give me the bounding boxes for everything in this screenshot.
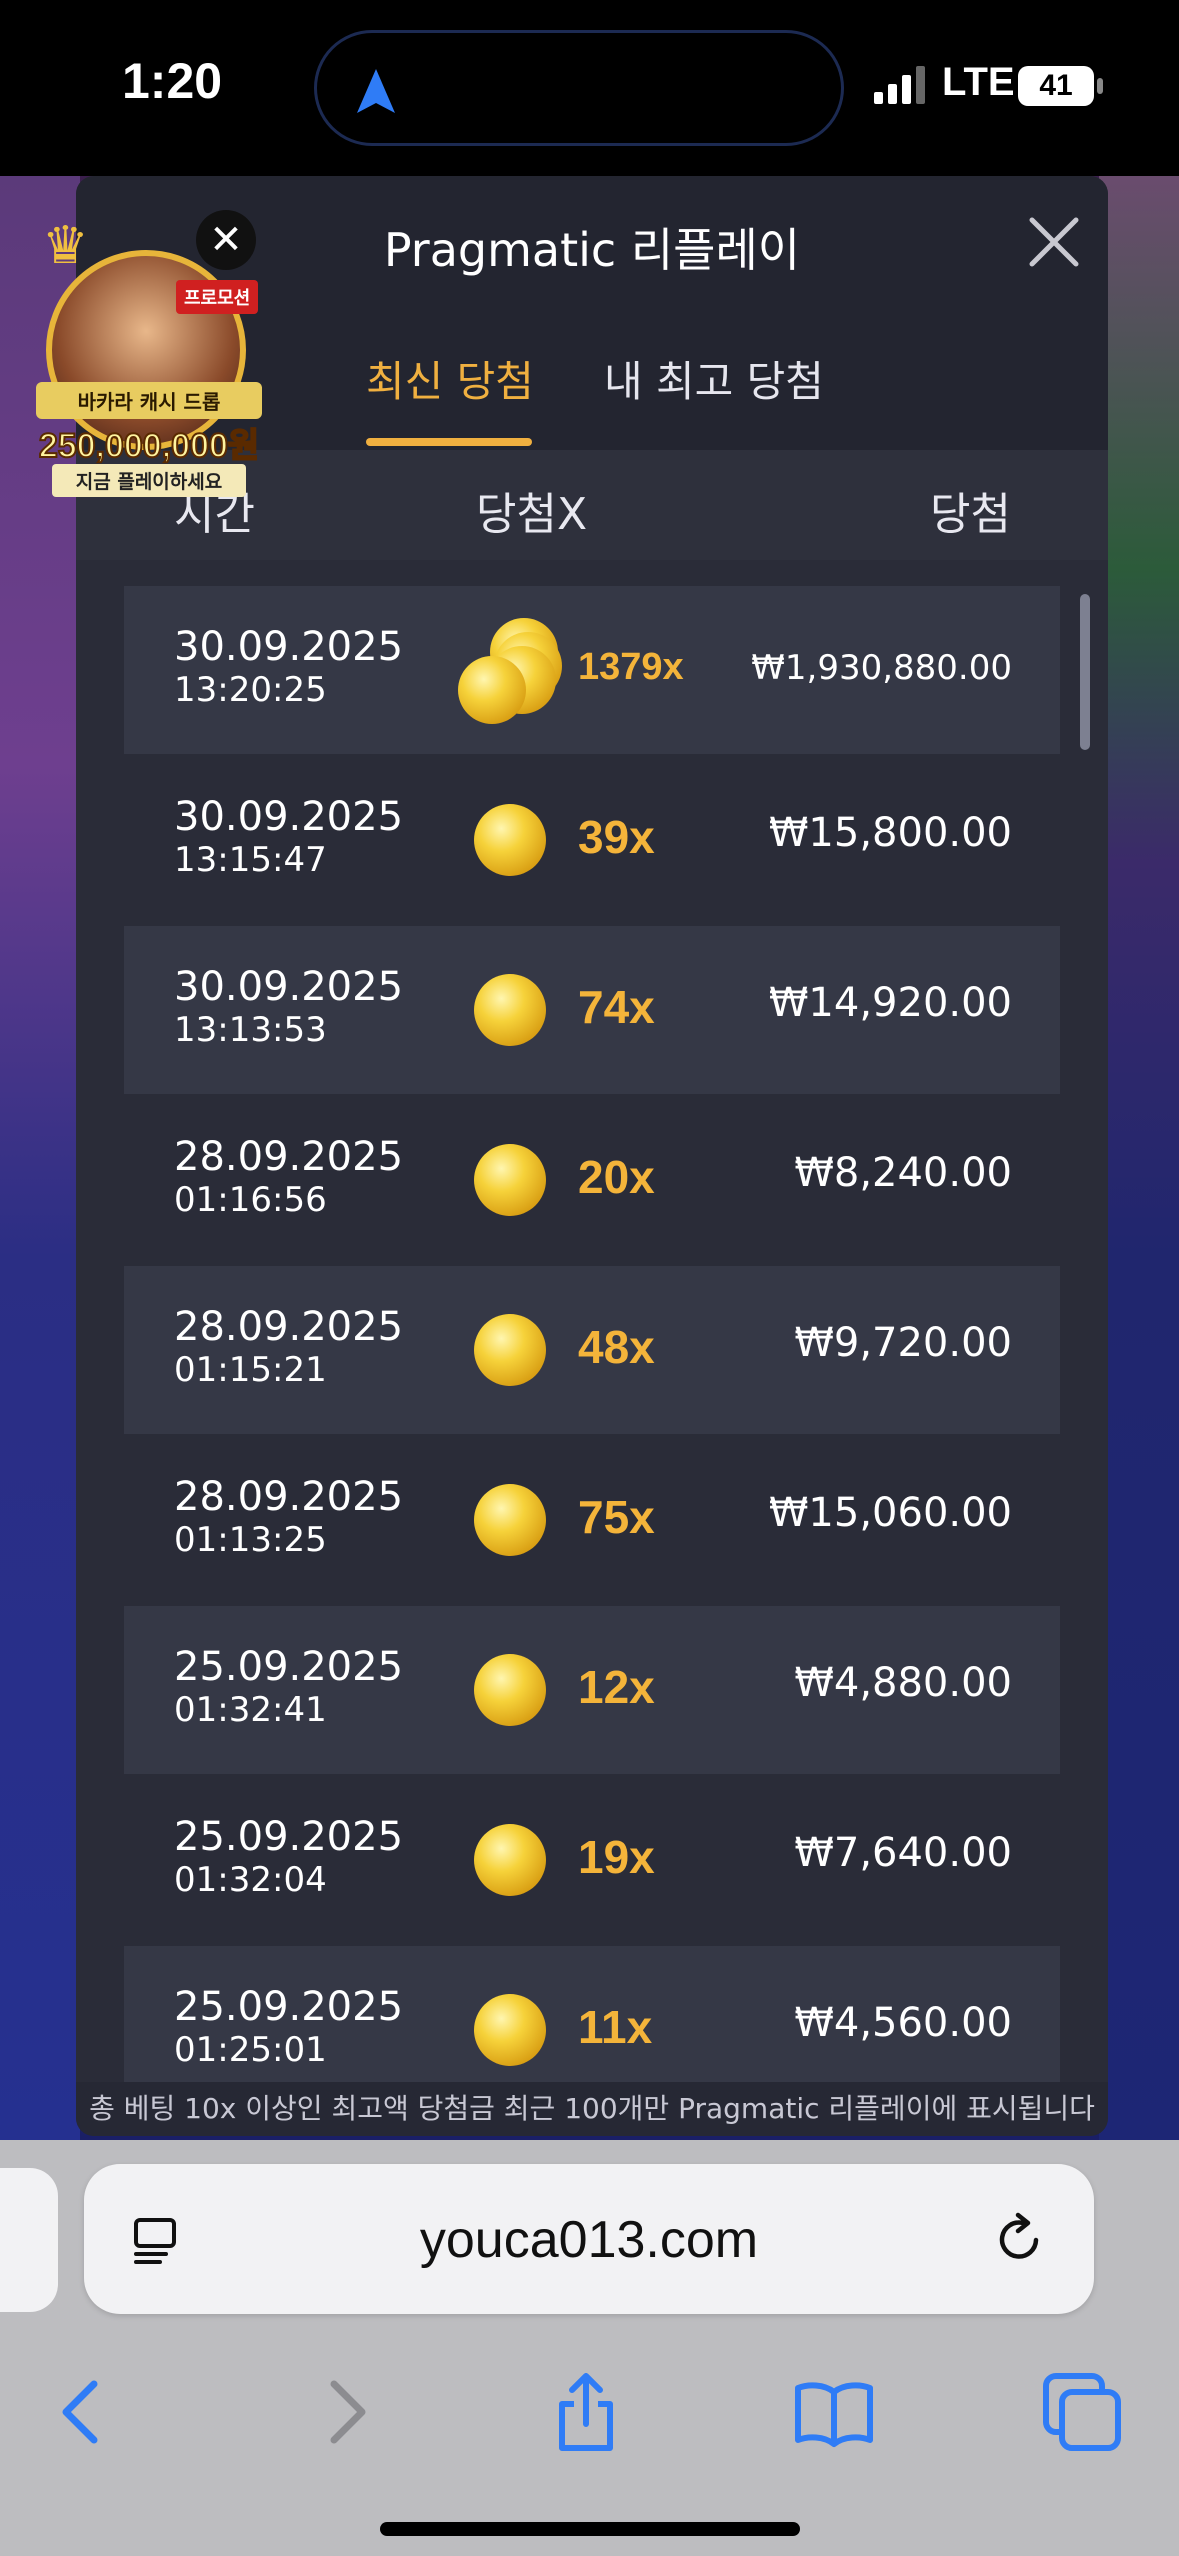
share-icon[interactable] — [544, 2370, 628, 2454]
game-reel-right — [1099, 176, 1179, 2140]
tabs-icon[interactable] — [1040, 2370, 1124, 2454]
table-row[interactable]: 30.09.2025 13:15:47 39x ₩15,800.00 — [124, 756, 1060, 924]
promo-cta: 지금 플레이하세요 — [52, 464, 246, 497]
row-date: 25.09.2025 — [174, 1984, 404, 2030]
browser-chrome: youca013.com — [0, 2140, 1179, 2556]
previous-tab-peek[interactable] — [0, 2168, 58, 2312]
address-bar[interactable]: youca013.com — [84, 2164, 1094, 2314]
forward-icon[interactable] — [300, 2370, 384, 2454]
row-multiplier: 48x — [578, 1321, 655, 1373]
row-time: 13:13:53 — [174, 1010, 327, 1050]
row-time: 01:13:25 — [174, 1520, 327, 1560]
list-scrollbar[interactable] — [1080, 594, 1090, 750]
row-date: 30.09.2025 — [174, 964, 404, 1010]
table-row[interactable]: 28.09.2025 01:15:21 48x ₩9,720.00 — [124, 1266, 1060, 1434]
row-date: 25.09.2025 — [174, 1644, 404, 1690]
row-win: ₩4,880.00 — [794, 1660, 1012, 1706]
promo-badge[interactable]: ♛ 프로모션 바카라 캐시 드롭 250,000,000원 지금 플레이하세요 — [28, 210, 268, 510]
home-indicator — [380, 2522, 800, 2536]
row-win: ₩4,560.00 — [794, 2000, 1012, 2046]
reload-icon[interactable] — [990, 2210, 1048, 2268]
bookmarks-icon[interactable] — [792, 2370, 876, 2454]
row-date: 30.09.2025 — [174, 624, 404, 670]
row-win: ₩14,920.00 — [768, 980, 1012, 1026]
coin-icon — [474, 1654, 546, 1726]
tab-latest-wins[interactable]: 최신 당첨 — [366, 348, 534, 409]
coin-icon — [474, 1824, 546, 1896]
promo-headline: 바카라 캐시 드롭 — [36, 382, 262, 419]
row-multiplier: 20x — [578, 1151, 655, 1203]
row-win: ₩15,060.00 — [768, 1490, 1012, 1536]
row-time: 01:16:56 — [174, 1180, 327, 1220]
table-row[interactable]: 28.09.2025 01:13:25 75x ₩15,060.00 — [124, 1436, 1060, 1604]
row-time: 13:15:47 — [174, 840, 327, 880]
network-type: LTE — [942, 60, 1015, 104]
row-win: ₩15,800.00 — [768, 810, 1012, 856]
row-date: 28.09.2025 — [174, 1304, 404, 1350]
row-time: 13:20:25 — [174, 670, 327, 710]
row-date: 25.09.2025 — [174, 1814, 404, 1860]
table-row[interactable]: 30.09.2025 13:20:25 1379x ₩1,930,880.00 — [124, 586, 1060, 754]
row-date: 30.09.2025 — [174, 794, 404, 840]
table-row[interactable]: 25.09.2025 01:32:04 19x ₩7,640.00 — [124, 1776, 1060, 1944]
battery-icon: 41 — [1018, 66, 1094, 106]
tab-my-best-wins[interactable]: 내 최고 당첨 — [604, 348, 824, 409]
row-win: ₩9,720.00 — [794, 1320, 1012, 1366]
column-header-win: 당첨 — [930, 489, 1011, 540]
coin-icon — [474, 974, 546, 1046]
row-time: 01:32:04 — [174, 1860, 327, 1900]
status-bar: 1:20 LTE 41 — [0, 0, 1179, 176]
row-multiplier: 19x — [578, 1831, 655, 1883]
row-multiplier: 1379x — [578, 646, 684, 688]
status-time: 1:20 — [122, 53, 223, 109]
promo-amount: 250,000,000원 — [38, 426, 260, 466]
coin-icon — [474, 1314, 546, 1386]
row-time: 01:25:01 — [174, 2030, 327, 2070]
back-icon[interactable] — [44, 2370, 128, 2454]
row-multiplier: 39x — [578, 811, 655, 863]
crown-icon: ♛ — [42, 216, 89, 276]
row-multiplier: 75x — [578, 1491, 655, 1543]
table-row[interactable]: 25.09.2025 01:32:41 12x ₩4,880.00 — [124, 1606, 1060, 1774]
row-multiplier: 12x — [578, 1661, 655, 1713]
table-row[interactable]: 28.09.2025 01:16:56 20x ₩8,240.00 — [124, 1096, 1060, 1264]
row-win: ₩1,930,880.00 — [751, 648, 1012, 688]
dynamic-island — [314, 30, 844, 146]
row-time: 01:15:21 — [174, 1350, 327, 1390]
close-icon[interactable] — [1026, 214, 1082, 270]
cellular-signal-icon — [874, 66, 925, 104]
promo-tag: 프로모션 — [176, 280, 259, 314]
row-multiplier: 11x — [578, 2001, 653, 2053]
row-time: 01:32:41 — [174, 1690, 327, 1730]
coin-icon — [474, 804, 546, 876]
row-date: 28.09.2025 — [174, 1134, 404, 1180]
row-win: ₩7,640.00 — [794, 1830, 1012, 1876]
coin-stack-icon — [454, 614, 564, 724]
url-text[interactable]: youca013.com — [84, 2210, 1094, 2270]
battery-tip — [1097, 78, 1103, 94]
table-row[interactable]: 30.09.2025 13:13:53 74x ₩14,920.00 — [124, 926, 1060, 1094]
column-header-multiplier: 당첨X — [476, 489, 588, 540]
coin-icon — [474, 1484, 546, 1556]
active-tab-indicator — [366, 438, 532, 446]
footer-note: 총 베팅 10x 이상인 최고액 당첨금 최근 100개만 Pragmatic … — [76, 2082, 1108, 2136]
coin-icon — [474, 1994, 546, 2066]
location-arrow-icon — [357, 69, 395, 113]
browser-toolbar — [0, 2340, 1179, 2460]
row-win: ₩8,240.00 — [794, 1150, 1012, 1196]
row-date: 28.09.2025 — [174, 1474, 404, 1520]
coin-icon — [474, 1144, 546, 1216]
row-multiplier: 74x — [578, 981, 655, 1033]
